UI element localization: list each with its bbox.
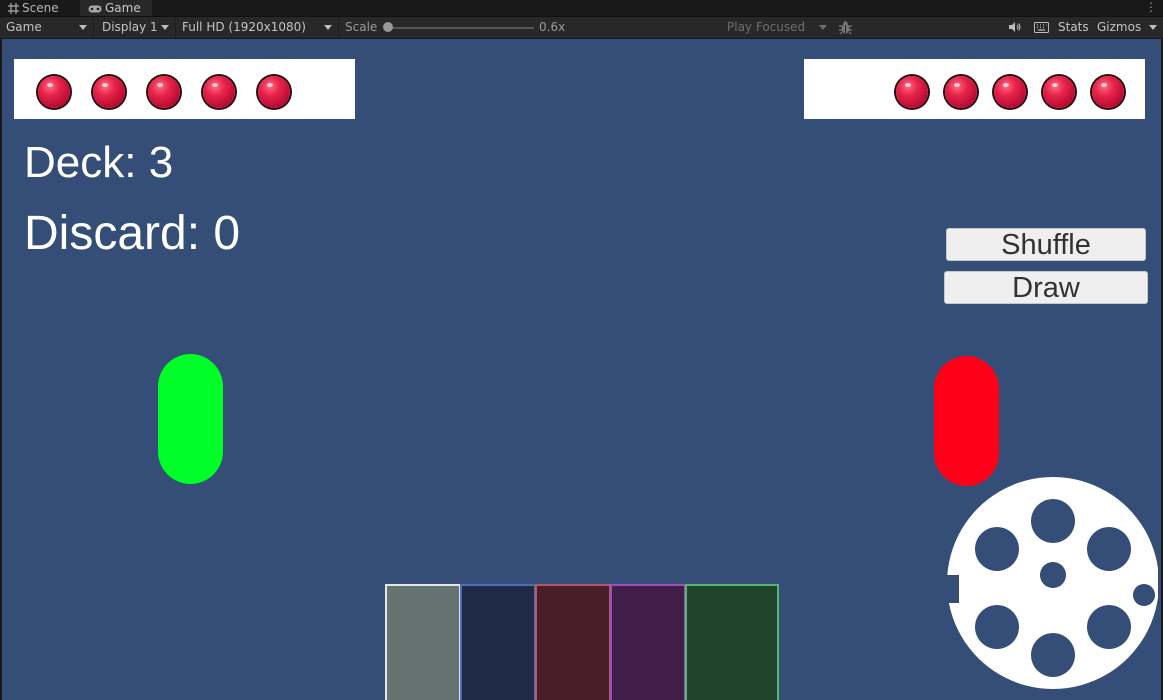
life-gem-icon	[93, 76, 125, 108]
opponent-token	[934, 356, 999, 486]
scale-slider-track[interactable]	[388, 27, 534, 29]
chevron-down-icon	[324, 25, 332, 30]
gamepad-icon	[88, 5, 102, 13]
life-gem-icon	[1092, 76, 1124, 108]
bug-icon[interactable]	[838, 20, 853, 35]
shuffle-button[interactable]: Shuffle	[946, 228, 1146, 261]
player-token	[158, 354, 223, 484]
card[interactable]	[685, 584, 779, 700]
view-mode-value: Game	[6, 20, 42, 34]
discard-counter: Discard: 0	[24, 207, 241, 260]
card[interactable]	[610, 584, 686, 700]
resolution-value: Full HD (1920x1080)	[182, 20, 306, 34]
card[interactable]	[460, 584, 536, 700]
scale-label: Scale	[345, 20, 378, 34]
tab-game[interactable]: Game	[80, 0, 152, 16]
life-gem-icon	[258, 76, 290, 108]
editor-tab-bar: Scene Game ⋮	[0, 0, 1163, 17]
play-mode-dropdown[interactable]: Play Focused	[721, 17, 833, 38]
card[interactable]	[535, 584, 611, 700]
tab-scene[interactable]: Scene	[0, 0, 80, 16]
life-gem-icon	[896, 76, 928, 108]
chevron-down-icon	[161, 25, 169, 30]
tab-game-label: Game	[105, 1, 141, 15]
game-view-toolbar: Game Display 1 Full HD (1920x1080) Scale…	[0, 17, 1163, 39]
life-gem-icon	[1043, 76, 1075, 108]
keyboard-icon[interactable]	[1034, 22, 1049, 33]
game-view[interactable]: Deck: 3 Discard: 0 Shuffle Draw	[2, 39, 1161, 700]
chevron-down-icon	[1149, 25, 1157, 30]
resolution-dropdown[interactable]: Full HD (1920x1080)	[176, 17, 339, 38]
revolver-cylinder-icon	[947, 477, 1158, 689]
chevron-down-icon	[819, 25, 827, 30]
life-gem-icon	[203, 76, 235, 108]
view-mode-dropdown[interactable]: Game	[0, 17, 94, 38]
life-gem-icon	[38, 76, 70, 108]
deck-counter: Deck: 3	[24, 138, 174, 187]
audio-mute-icon[interactable]	[1008, 21, 1022, 33]
play-mode-value: Play Focused	[727, 20, 806, 34]
more-options-icon[interactable]: ⋮	[1145, 0, 1157, 14]
life-gem-icon	[945, 76, 977, 108]
grid-icon	[8, 3, 19, 14]
gizmos-dropdown[interactable]: Gizmos	[1091, 17, 1163, 38]
player-lives-panel	[14, 59, 355, 119]
display-dropdown[interactable]: Display 1	[96, 17, 176, 38]
scale-value: 0.6x	[539, 20, 566, 34]
life-gem-icon	[148, 76, 180, 108]
tab-scene-label: Scene	[22, 1, 59, 15]
draw-button[interactable]: Draw	[944, 271, 1148, 304]
life-gem-icon	[994, 76, 1026, 108]
opponent-lives-panel	[804, 59, 1145, 119]
gizmos-label: Gizmos	[1097, 20, 1142, 34]
stats-button[interactable]: Stats	[1058, 17, 1089, 38]
card[interactable]	[385, 584, 461, 700]
chevron-down-icon	[79, 25, 87, 30]
display-value: Display 1	[102, 20, 158, 34]
scale-slider-handle[interactable]	[383, 22, 393, 32]
